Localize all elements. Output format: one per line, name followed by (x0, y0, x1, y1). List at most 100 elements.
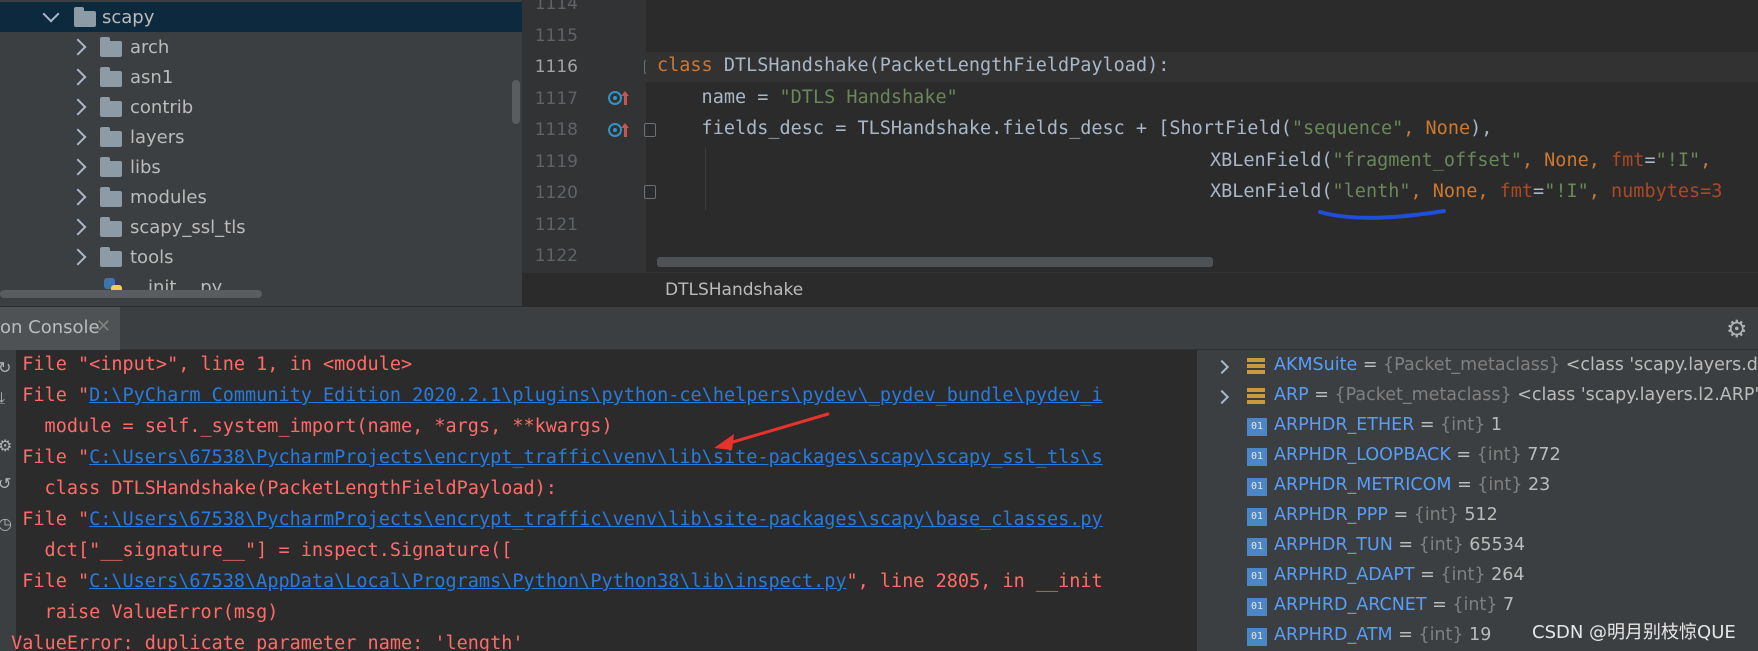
folder-icon (100, 157, 122, 177)
tree-item-modules[interactable]: modules (0, 182, 522, 212)
file-link[interactable]: D:\PyCharm Community Edition 2020.2.1\pl… (89, 385, 1103, 406)
variable-value: <class 'scapy.layers.l2.ARP'> (1517, 385, 1758, 405)
fold-icon[interactable] (644, 123, 656, 137)
console-text: File " (0, 571, 90, 592)
tree-item-scapy[interactable]: scapy (0, 2, 522, 32)
variable-name: ARP (1274, 385, 1309, 405)
keyword-argument: fmt (1611, 150, 1645, 171)
file-link[interactable]: C:\Users\67538\PycharmProjects\encrypt_t… (89, 509, 1103, 530)
up-arrow-icon (621, 91, 629, 105)
override-marker-icon[interactable] (608, 91, 622, 105)
python-console-output[interactable]: ↻ ⤓ ⚙ ↺ ◷ File "<input>", line 1, in <mo… (0, 350, 1196, 651)
code-line-1117[interactable]: name = "DTLS Handshake" (657, 87, 958, 108)
code-line-1120[interactable]: XBLenField("lenth", None, fmt="!I", numb… (1210, 181, 1722, 202)
code-text: XBLenField( (1210, 150, 1333, 171)
console-line: File "C:\Users\67538\PycharmProjects\enc… (0, 447, 1103, 468)
gear-icon[interactable]: ⚙ (1726, 315, 1748, 343)
chevron-right-icon[interactable] (1214, 389, 1230, 405)
chevron-right-icon[interactable] (69, 38, 87, 56)
string-literal: "fragment_offset" (1332, 150, 1522, 171)
console-text: File " (0, 385, 90, 406)
tree-item-label: modules (130, 186, 207, 208)
editor-horizontal-scrollbar[interactable] (657, 257, 1213, 267)
override-marker-icon[interactable] (608, 123, 622, 137)
string-literal: "DTLS Handshake" (779, 87, 958, 108)
code-text: DTLSHandshake(PacketLengthFieldPayload): (712, 55, 1170, 76)
tree-item-label: arch (130, 36, 170, 58)
code-text: = (1533, 181, 1545, 202)
console-text: File "<input>", line 1, in <module> (0, 354, 413, 375)
tab-python-console[interactable]: on Console ✕ (0, 307, 120, 351)
chevron-right-icon[interactable] (1214, 359, 1230, 375)
tree-item-libs[interactable]: libs (0, 152, 522, 182)
variable-row[interactable]: 01 ARPHDR_ETHER = {int} 1 (1197, 412, 1758, 442)
folder-icon (100, 127, 122, 147)
variable-row[interactable]: 01 ARPHDR_TUN = {int} 65534 (1197, 532, 1758, 562)
variable-type: {int} (1418, 535, 1464, 555)
tree-item-layers[interactable]: layers (0, 122, 522, 152)
variable-type: {int} (1440, 565, 1486, 585)
variable-value: 1 (1490, 415, 1502, 435)
variable-row[interactable]: AKMSuite = {Packet_metaclass} <class 'sc… (1197, 352, 1758, 382)
file-link[interactable]: C:\Users\67538\PycharmProjects\encrypt_t… (89, 447, 1103, 468)
tree-item-arch[interactable]: arch (0, 32, 522, 62)
tree-item-tools[interactable]: tools (0, 242, 522, 272)
console-line: raise ValueError(msg) (0, 602, 279, 623)
keyword: None (1425, 118, 1471, 139)
variable-row[interactable]: 01 ARPHDR_PPP = {int} 512 (1197, 502, 1758, 532)
file-link[interactable]: C:\Users\67538\AppData\Local\Programs\Py… (89, 571, 846, 592)
code-line-1118[interactable]: fields_desc = TLSHandshake.fields_desc +… (657, 118, 1493, 139)
underline-annotation (1318, 209, 1446, 220)
code-line-1116[interactable]: class DTLSHandshake(PacketLengthFieldPay… (657, 55, 1169, 76)
variable-name: ARPHDR_METRICOM (1274, 475, 1452, 495)
chevron-right-icon[interactable] (69, 98, 87, 116)
tree-item-scapy-ssl-tls[interactable]: scapy_ssl_tls (0, 212, 522, 242)
chevron-right-icon[interactable] (69, 218, 87, 236)
keyword: class (657, 55, 713, 76)
close-icon[interactable]: ✕ (96, 316, 111, 337)
tree-item-contrib[interactable]: contrib (0, 92, 522, 122)
variable-type: {int} (1452, 595, 1498, 615)
variable-row[interactable]: 01 ARPHRD_ADAPT = {int} 264 (1197, 562, 1758, 592)
chevron-right-icon[interactable] (69, 248, 87, 266)
chevron-right-icon[interactable] (69, 188, 87, 206)
line-number: 1122 (534, 246, 578, 266)
fold-icon[interactable] (644, 185, 656, 199)
tree-item-label: scapy (102, 6, 155, 28)
console-text: dct["__signature__"] = inspect.Signature… (0, 540, 513, 561)
variable-type: {int} (1440, 415, 1486, 435)
code-editor[interactable]: 1114 1115 1116 1117 1118 1119 1120 1121 … (522, 0, 1758, 306)
tree-item-label: tools (130, 246, 174, 268)
line-number: 1121 (534, 215, 578, 235)
chevron-right-icon[interactable] (69, 68, 87, 86)
int-icon: 01 (1247, 418, 1267, 436)
tree-horizontal-scrollbar[interactable] (0, 290, 262, 298)
line-number: 1119 (534, 152, 578, 172)
folder-icon (100, 67, 122, 87)
variable-value: 19 (1469, 625, 1492, 645)
tree-item-label: libs (130, 156, 161, 178)
variable-type: {Packet_metaclass} (1334, 385, 1512, 405)
variable-row[interactable]: 01 ARPHDR_METRICOM = {int} 23 (1197, 472, 1758, 502)
chevron-right-icon[interactable] (69, 128, 87, 146)
code-line-1119[interactable]: XBLenField("fragment_offset", None, fmt=… (1210, 150, 1711, 171)
variable-name: ARPHDR_LOOPBACK (1274, 445, 1451, 465)
variable-row[interactable]: ARP = {Packet_metaclass} <class 'scapy.l… (1197, 382, 1758, 412)
tree-item-asn1[interactable]: asn1 (0, 62, 522, 92)
int-icon: 01 (1247, 478, 1267, 496)
variable-type: {Packet_metaclass} (1383, 355, 1561, 375)
variable-row[interactable]: 01 ARPHDR_LOOPBACK = {int} 772 (1197, 442, 1758, 472)
int-icon: 01 (1247, 568, 1267, 586)
variable-type: {int} (1413, 505, 1459, 525)
int-icon: 01 (1247, 628, 1267, 646)
chevron-down-icon[interactable] (42, 5, 60, 23)
tree-vertical-scrollbar[interactable] (512, 80, 520, 124)
code-text: fields_desc = TLSHandshake.fields_desc +… (657, 118, 1292, 139)
code-text: , (1477, 181, 1500, 202)
keyword-argument: fmt (1499, 181, 1534, 202)
chevron-right-icon[interactable] (69, 158, 87, 176)
code-text: ), (1470, 118, 1493, 139)
tab-label: on Console (0, 317, 100, 338)
breadcrumb-item[interactable]: DTLSHandshake (665, 280, 803, 300)
variable-value: 65534 (1469, 535, 1525, 555)
